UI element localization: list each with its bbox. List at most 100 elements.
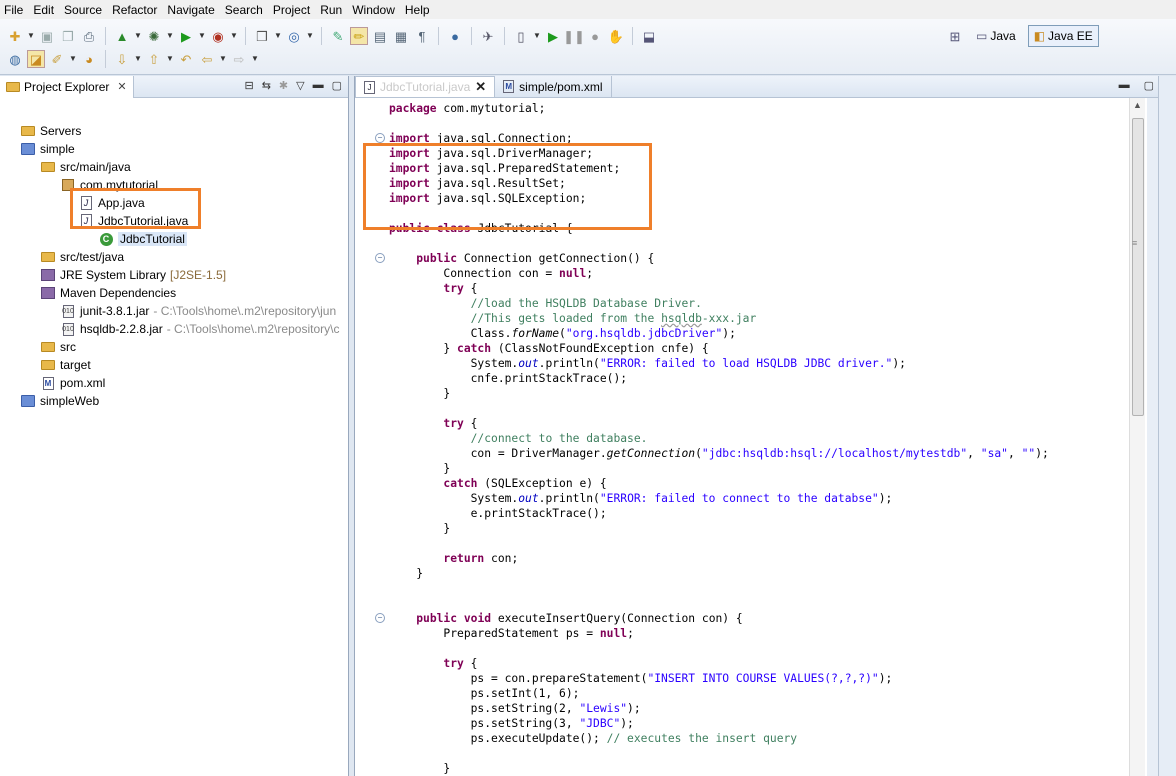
chevron-down-icon[interactable]: ▼	[274, 27, 282, 45]
code-line[interactable]: return con;	[389, 551, 518, 566]
view-menu-icon[interactable]: ✱	[279, 79, 288, 92]
chevron-down-icon[interactable]: ▼	[27, 27, 35, 45]
chevron-down-icon[interactable]: ▼	[219, 50, 227, 68]
menu-window[interactable]: Window	[348, 3, 401, 17]
tree-item[interactable]: Mpom.xml	[40, 374, 105, 392]
tree-item[interactable]: target	[40, 356, 91, 374]
highlight-icon[interactable]: ✏	[350, 27, 368, 45]
code-line[interactable]: //load the HSQLDB Database Driver.	[389, 296, 702, 311]
suspend-icon[interactable]: ❚❚	[563, 27, 585, 45]
fold-toggle-icon[interactable]: −	[375, 253, 385, 263]
code-editor[interactable]: package com.mytutorial; import java.sql.C…	[355, 98, 1131, 776]
code-line[interactable]: ps.setString(2, "Lewis");	[389, 701, 641, 716]
chevron-down-icon[interactable]: ▼	[251, 50, 259, 68]
code-line[interactable]: //This gets loaded from the hsqldb-xxx.j…	[389, 311, 757, 326]
menu-run[interactable]: Run	[316, 3, 348, 17]
chevron-down-icon[interactable]: ▼	[198, 27, 206, 45]
code-line[interactable]: public void executeInsertQuery(Connectio…	[389, 611, 743, 626]
open-perspective-toolbar-icon[interactable]: ⬓	[640, 27, 658, 45]
forward-icon[interactable]: ⇨	[230, 50, 248, 68]
code-line[interactable]: } catch (ClassNotFoundException cnfe) {	[389, 341, 708, 356]
code-line[interactable]: Class.forName("org.hsqldb.jdbcDriver");	[389, 326, 736, 341]
chevron-down-icon[interactable]: ▼	[230, 27, 238, 45]
resume-icon[interactable]: ▶	[544, 27, 562, 45]
menu-source[interactable]: Source	[60, 3, 108, 17]
menu-edit[interactable]: Edit	[29, 3, 60, 17]
menu-file[interactable]: File	[0, 3, 29, 17]
show-whitespace-icon[interactable]: ¶	[413, 27, 431, 45]
chevron-down-icon[interactable]: ▼	[69, 50, 77, 68]
code-line[interactable]: con = DriverManager.getConnection("jdbc:…	[389, 446, 1049, 461]
chevron-down-icon[interactable]: ▼	[306, 27, 314, 45]
show-source-icon[interactable]: ▦	[392, 27, 410, 45]
print-icon[interactable]: ⎙	[80, 27, 98, 45]
tree-item[interactable]: Maven Dependencies	[40, 284, 176, 302]
search-java-icon[interactable]: ◍	[6, 50, 24, 68]
pin-icon[interactable]: ✈	[479, 27, 497, 45]
code-line[interactable]: package com.mytutorial;	[389, 101, 545, 116]
close-icon[interactable]: ✕	[117, 80, 126, 93]
code-line[interactable]: cnfe.printStackTrace();	[389, 371, 627, 386]
perspective-java[interactable]: ▭ Java	[970, 25, 1022, 47]
code-line[interactable]: System.out.println("ERROR: failed to con…	[389, 491, 893, 506]
tree-item[interactable]: src/main/java	[40, 158, 131, 176]
tree-item[interactable]: simple	[20, 140, 75, 158]
device-icon[interactable]: ▯	[512, 27, 530, 45]
fold-toggle-icon[interactable]: −	[375, 133, 385, 143]
code-line[interactable]: //connect to the database.	[389, 431, 648, 446]
external-tools-icon[interactable]: ◉	[209, 27, 227, 45]
tab-pom-xml[interactable]: M simple/pom.xml	[495, 76, 612, 97]
menu-help[interactable]: Help	[401, 3, 436, 17]
save-all-icon[interactable]: ❐	[59, 27, 77, 45]
chevron-down-icon[interactable]: ▼	[533, 27, 541, 45]
code-line[interactable]: Connection con = null;	[389, 266, 593, 281]
code-line[interactable]: PreparedStatement ps = null;	[389, 626, 633, 641]
code-line[interactable]: ps.executeUpdate(); // executes the inse…	[389, 731, 797, 746]
code-line[interactable]: }	[389, 566, 423, 581]
tree-item[interactable]: src	[40, 338, 76, 356]
menu-refactor[interactable]: Refactor	[108, 3, 163, 17]
maximize-icon[interactable]: ▢	[332, 79, 342, 92]
maximize-icon[interactable]: ▢	[1144, 79, 1154, 92]
code-line[interactable]: }	[389, 386, 450, 401]
last-edit-icon[interactable]: ↶	[177, 50, 195, 68]
code-line[interactable]: catch (SQLException e) {	[389, 476, 606, 491]
chevron-down-icon[interactable]: ▼	[166, 50, 174, 68]
menu-project[interactable]: Project	[269, 3, 316, 17]
link-with-editor-icon[interactable]: ⇆	[262, 79, 271, 92]
web-browser-icon[interactable]: ◕	[80, 50, 98, 68]
tree-item[interactable]: src/test/java	[40, 248, 124, 266]
code-line[interactable]: try {	[389, 416, 477, 431]
code-line[interactable]: }	[389, 461, 450, 476]
scroll-up-icon[interactable]: ▲	[1133, 100, 1142, 110]
collapse-all-icon[interactable]: ⊟	[244, 79, 253, 92]
tab-project-explorer[interactable]: Project Explorer ✕	[0, 75, 134, 98]
code-line[interactable]: ps.setString(3, "JDBC");	[389, 716, 634, 731]
code-line[interactable]: try {	[389, 656, 477, 671]
menu-search[interactable]: Search	[221, 3, 269, 17]
code-line[interactable]: }	[389, 761, 450, 776]
chevron-down-icon[interactable]: ▽	[296, 79, 304, 92]
fold-toggle-icon[interactable]: −	[375, 613, 385, 623]
tree-item[interactable]: JRE System Library [J2SE-1.5]	[40, 266, 226, 284]
code-line[interactable]: public Connection getConnection() {	[389, 251, 654, 266]
perspective-javaee[interactable]: ◧ Java EE	[1027, 25, 1099, 47]
code-line[interactable]: e.printStackTrace();	[389, 506, 607, 521]
debug-icon[interactable]: ✺	[145, 27, 163, 45]
run-icon[interactable]: ▶	[177, 27, 195, 45]
back-icon[interactable]: ⇦	[198, 50, 216, 68]
scrollbar-thumb[interactable]	[1132, 118, 1144, 416]
tree-item[interactable]: 010 hsqldb-2.2.8.jar - C:\Tools\home\.m2\r…	[60, 320, 339, 338]
run-server-icon[interactable]: ▲	[113, 27, 131, 45]
vertical-scrollbar[interactable]: ▲ ≡	[1129, 98, 1145, 776]
code-line[interactable]: ps = con.prepareStatement("INSERT INTO C…	[389, 671, 893, 686]
globe-icon[interactable]: ●	[446, 27, 464, 45]
previous-annotation-icon[interactable]: ⇧	[145, 50, 163, 68]
menu-navigate[interactable]: Navigate	[163, 3, 220, 17]
code-line[interactable]: ps.setInt(1, 6);	[389, 686, 580, 701]
tree-item[interactable]: simpleWeb	[20, 392, 99, 410]
new-class-icon[interactable]: ◎	[285, 27, 303, 45]
chevron-down-icon[interactable]: ▼	[134, 50, 142, 68]
code-line[interactable]: try {	[389, 281, 477, 296]
next-annotation-icon[interactable]: ⇩	[113, 50, 131, 68]
